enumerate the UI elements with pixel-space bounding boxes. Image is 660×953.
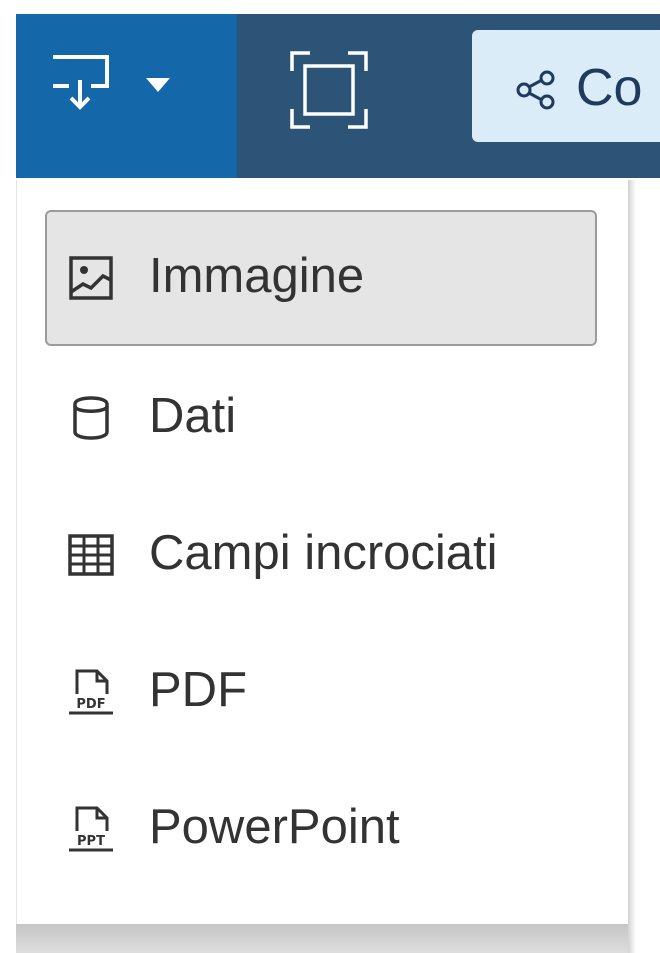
fullscreen-icon <box>290 51 368 129</box>
pdf-file-icon: PDF <box>69 669 113 715</box>
menu-item-label: PDF <box>149 663 247 717</box>
svg-text:PDF: PDF <box>76 697 105 712</box>
menu-item-label: Campi incrociati <box>149 526 498 580</box>
share-button-label: Co <box>576 59 643 117</box>
powerpoint-file-icon: PPT <box>69 806 113 852</box>
menu-item-label: Dati <box>149 389 237 443</box>
fullscreen-button[interactable] <box>237 14 461 178</box>
database-icon <box>73 396 109 440</box>
share-button[interactable]: Co <box>472 30 660 142</box>
crosstab-icon <box>68 534 114 576</box>
image-icon <box>69 256 113 300</box>
menu-item-pdf[interactable]: PDF PDF <box>45 624 597 760</box>
menu-shadow-right <box>628 180 636 953</box>
caret-down-icon <box>146 78 170 92</box>
menu-item-powerpoint[interactable]: PPT PowerPoint <box>45 761 597 897</box>
menu-shadow-bottom <box>16 924 628 953</box>
download-menu: Immagine Dati Campi incrociati PDF PDF P… <box>16 180 628 924</box>
menu-item-crosstab[interactable]: Campi incrociati <box>45 487 597 623</box>
menu-item-data[interactable]: Dati <box>45 350 597 486</box>
svg-text:PPT: PPT <box>77 834 105 849</box>
share-icon <box>516 70 555 110</box>
toolbar: Co <box>16 14 660 178</box>
download-button[interactable] <box>16 14 237 178</box>
menu-item-label: Immagine <box>149 249 365 303</box>
menu-item-label: PowerPoint <box>149 800 400 854</box>
menu-item-image[interactable]: Immagine <box>45 210 597 346</box>
download-icon <box>53 55 109 110</box>
